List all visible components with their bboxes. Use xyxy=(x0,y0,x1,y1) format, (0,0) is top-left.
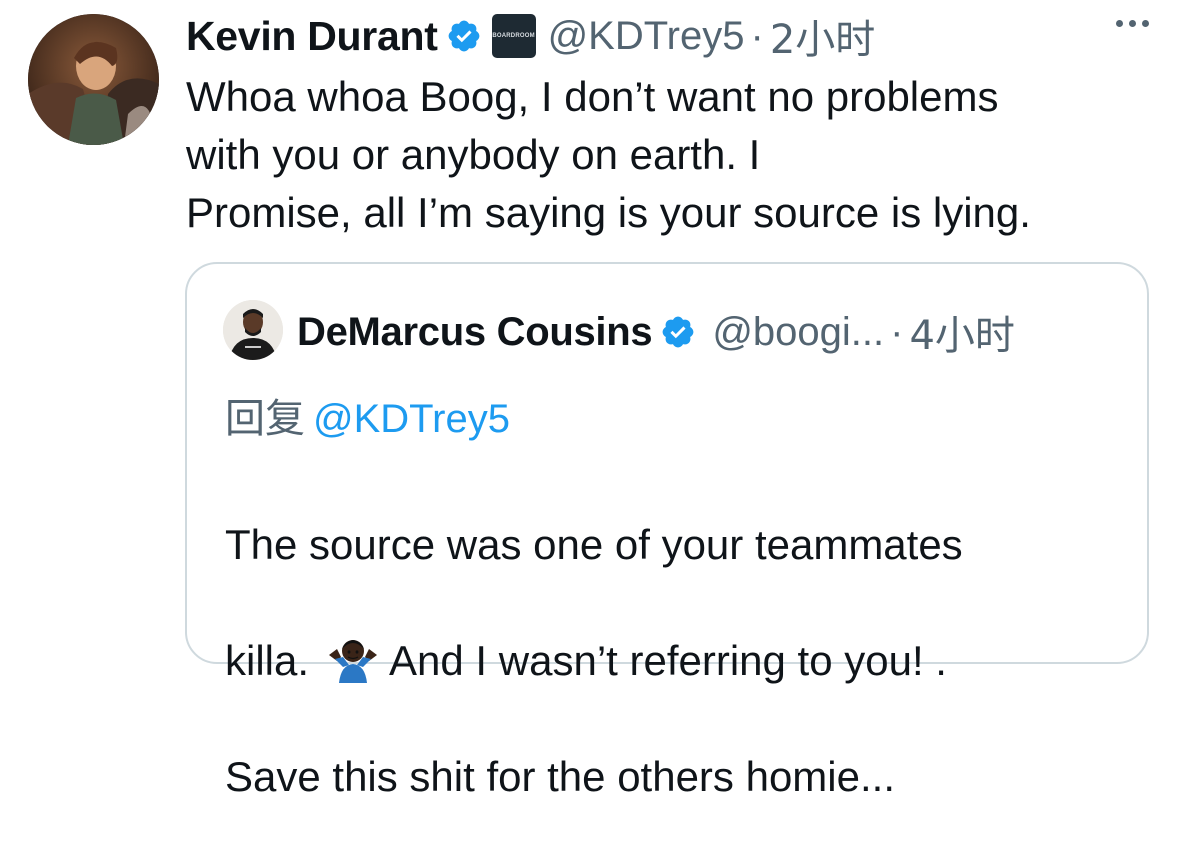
quoted-tweet-text: The source was one of your teammates kil… xyxy=(225,458,1125,864)
more-dot xyxy=(1142,20,1149,27)
reply-prefix: 回复 xyxy=(225,396,305,442)
more-dot xyxy=(1129,20,1136,27)
person-shrugging-emoji xyxy=(329,640,378,683)
quoted-text-line: The source was one of your teammates xyxy=(225,521,963,568)
reply-mention-link[interactable]: @KDTrey5 xyxy=(313,397,510,441)
affiliate-badge[interactable]: BOARDROOM xyxy=(491,14,536,58)
quoted-text-line: Save this shit for the others homie... xyxy=(225,753,895,800)
author-handle[interactable]: @KDTrey5 xyxy=(548,14,745,59)
avatar-image xyxy=(28,14,159,145)
quoted-text-segment: killa. xyxy=(225,637,310,684)
quoted-author-handle[interactable]: @boogi... xyxy=(712,310,884,355)
tweet-header: Kevin Durant BOARDROOM @KDTrey5 · 2小时 xyxy=(186,8,875,64)
quoted-text-line: killa. And I wasn’t referring to you! . xyxy=(225,632,1125,690)
replying-to: 回复 @KDTrey5 xyxy=(225,386,510,444)
tweet[interactable]: Kevin Durant BOARDROOM @KDTrey5 · 2小时 Wh… xyxy=(0,0,1179,800)
author-name[interactable]: Kevin Durant xyxy=(186,13,438,60)
quoted-tweet-timestamp[interactable]: 4小时 xyxy=(909,303,1014,361)
more-options-icon[interactable] xyxy=(1116,20,1149,27)
more-dot xyxy=(1116,20,1123,27)
tweet-timestamp[interactable]: 2小时 xyxy=(770,7,875,65)
quoted-tweet[interactable]: DeMarcus Cousins @boogi... · 4小时 回复 @KDTr… xyxy=(185,262,1149,800)
author-avatar[interactable] xyxy=(28,14,159,145)
tweet-text: Whoa whoa Boog, I don’t want no problems… xyxy=(186,73,1031,236)
quoted-author-name[interactable]: DeMarcus Cousins xyxy=(297,310,653,355)
verified-badge-icon[interactable] xyxy=(446,18,482,54)
quoted-text-segment: And I wasn’t referring to you! . xyxy=(389,637,947,684)
avatar-image xyxy=(223,300,283,360)
quoted-tweet-header: DeMarcus Cousins @boogi... · 4小时 xyxy=(297,302,1015,362)
verified-badge-icon[interactable] xyxy=(660,314,696,350)
separator-dot: · xyxy=(750,13,764,58)
quoted-author-avatar[interactable] xyxy=(223,300,283,360)
separator-dot: · xyxy=(890,309,904,354)
